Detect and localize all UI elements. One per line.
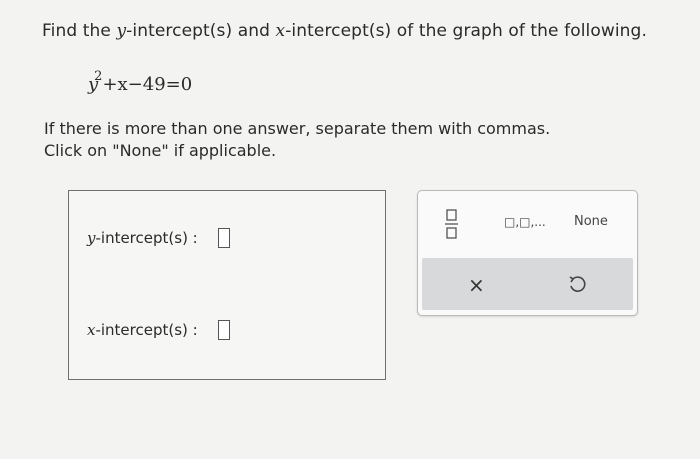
question-text: Find the y-intercept(s) and x-intercept(…	[42, 21, 647, 41]
x-intercept-input[interactable]	[217, 320, 230, 340]
y-intercept-var: y	[87, 229, 96, 247]
question-middle: -intercept(s) and	[126, 21, 276, 41]
y-intercept-row: y -intercept(s) :	[87, 228, 230, 248]
fraction-button[interactable]	[444, 208, 460, 244]
instructions: If there is more than one answer, separa…	[44, 118, 550, 162]
y-intercept-label: -intercept(s) :	[95, 229, 198, 247]
comma-list-button[interactable]: □,□,...	[504, 215, 546, 229]
question-var-x: x	[275, 21, 286, 41]
x-intercept-var: x	[87, 321, 96, 339]
undo-button[interactable]	[566, 274, 588, 300]
none-button[interactable]: None	[574, 214, 608, 229]
keypad-action-bar: ×	[422, 258, 633, 310]
question-suffix: -intercept(s) of the graph of the follow…	[285, 21, 647, 41]
question-var-y: y	[116, 21, 127, 41]
x-intercept-label: -intercept(s) :	[95, 321, 198, 339]
equation-rest: +x−49=0	[102, 74, 193, 95]
equation-exponent: 2	[94, 69, 103, 84]
instructions-line-2: Click on "None" if applicable.	[44, 141, 277, 160]
fraction-icon	[445, 209, 458, 239]
undo-icon	[569, 276, 586, 292]
instructions-line-1: If there is more than one answer, separa…	[44, 119, 551, 138]
equation: y2+x−49=0	[88, 69, 193, 95]
answer-box: y -intercept(s) : x -intercept(s) :	[68, 190, 386, 380]
x-intercept-row: x -intercept(s) :	[87, 320, 230, 340]
math-keypad: □,□,... None ×	[417, 190, 638, 316]
y-intercept-input[interactable]	[217, 228, 230, 248]
question-prefix: Find the	[42, 21, 117, 41]
clear-button[interactable]: ×	[468, 273, 485, 297]
